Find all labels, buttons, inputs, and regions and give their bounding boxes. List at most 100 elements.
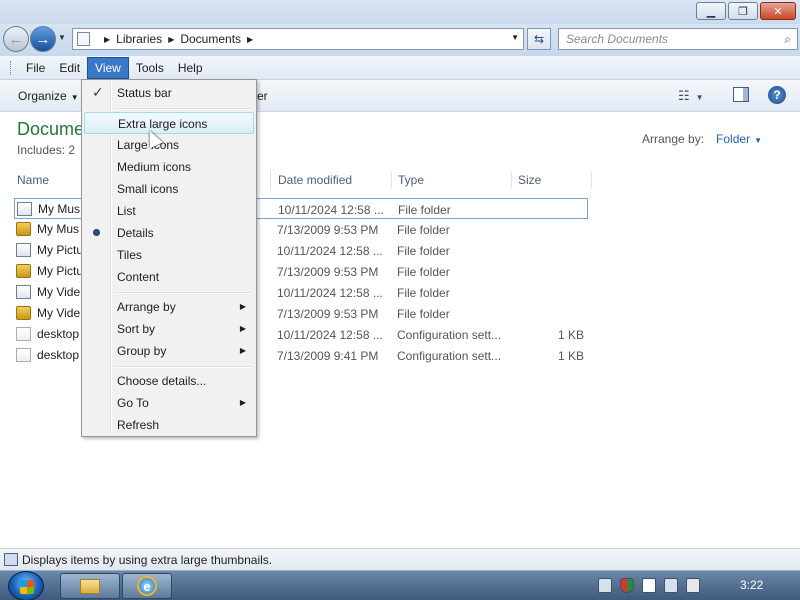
search-icon[interactable]: ⌕ xyxy=(784,32,791,47)
organize-label: Organize xyxy=(18,89,67,103)
menu-item-label: Tiles xyxy=(117,248,142,262)
security-shield-icon[interactable] xyxy=(620,578,634,593)
menu-separator xyxy=(114,292,252,294)
file-date: 7/13/2009 9:41 PM xyxy=(277,349,379,363)
menu-help[interactable]: Help xyxy=(171,58,210,78)
config-file-icon xyxy=(16,348,31,362)
search-input[interactable]: Search Documents ⌕ xyxy=(558,28,798,50)
taskbar-clock[interactable]: 3:22 xyxy=(740,578,763,592)
status-bar: Displays items by using extra large thum… xyxy=(0,548,800,570)
speaker-muted-icon[interactable] xyxy=(686,578,700,593)
menu-file[interactable]: File xyxy=(19,58,52,78)
taskbar: e xyxy=(0,570,800,600)
menu-item-group-by[interactable]: Group by ▶ xyxy=(84,340,254,362)
network-icon[interactable] xyxy=(664,578,678,593)
menu-edit[interactable]: Edit xyxy=(52,58,87,78)
file-name: My Pictu xyxy=(37,243,84,257)
library-includes[interactable]: Includes: 2 xyxy=(17,143,75,157)
file-date: 7/13/2009 9:53 PM xyxy=(277,223,379,237)
menu-view[interactable]: View xyxy=(87,56,129,79)
file-type: File folder xyxy=(397,307,450,321)
menu-item-label: Arrange by xyxy=(117,300,176,314)
menu-separator xyxy=(114,108,252,110)
menu-item-medium-icons[interactable]: Medium icons xyxy=(84,156,254,178)
menu-item-extra-large-icons[interactable]: Extra large icons xyxy=(84,112,254,134)
organize-button[interactable]: Organize ▼ xyxy=(18,89,79,103)
refresh-icon: ⇆ xyxy=(533,32,545,46)
menu-item-label: Small icons xyxy=(117,182,179,196)
close-button[interactable]: ✕ xyxy=(760,2,796,20)
menu-item-sort-by[interactable]: Sort by ▶ xyxy=(84,318,254,340)
menu-item-small-icons[interactable]: Small icons xyxy=(84,178,254,200)
submenu-arrow-icon: ▶ xyxy=(239,346,246,355)
menu-item-go-to[interactable]: Go To ▶ xyxy=(84,392,254,414)
menu-bar: File Edit View Tools Help xyxy=(0,56,800,80)
file-date: 7/13/2009 9:53 PM xyxy=(277,307,379,321)
status-text: Displays items by using extra large thum… xyxy=(22,553,273,567)
address-dropdown-icon[interactable]: ▼ xyxy=(511,33,519,42)
menu-tools[interactable]: Tools xyxy=(129,58,171,78)
menu-item-large-icons[interactable]: Large icons xyxy=(84,134,254,156)
toolbar-partial-label[interactable]: er xyxy=(257,89,268,103)
back-button[interactable]: ← xyxy=(3,26,29,52)
recent-pages-dropdown[interactable]: ▼ xyxy=(58,33,66,42)
forward-button[interactable]: → xyxy=(30,26,56,52)
locked-folder-icon xyxy=(16,264,31,278)
chevron-down-icon[interactable]: ▼ xyxy=(754,136,762,145)
menu-item-tiles[interactable]: Tiles xyxy=(84,244,254,266)
start-button[interactable] xyxy=(8,571,44,600)
menu-item-list[interactable]: List xyxy=(84,200,254,222)
breadcrumb-arrow-icon[interactable]: ▶ xyxy=(104,35,110,44)
breadcrumb-documents[interactable]: Documents xyxy=(180,32,241,46)
file-date: 10/11/2024 12:58 ... xyxy=(277,286,383,300)
menu-item-label: Sort by xyxy=(117,322,156,336)
file-type: File folder xyxy=(397,265,450,279)
menu-item-content[interactable]: Content xyxy=(84,266,254,288)
address-bar[interactable]: ▶ Libraries ▶ Documents ▶ ▼ xyxy=(72,28,524,50)
help-button[interactable]: ? xyxy=(768,86,786,104)
change-view-button[interactable]: ☷ ▼ xyxy=(678,88,704,104)
menu-item-details[interactable]: Details xyxy=(84,222,254,244)
menu-item-label: List xyxy=(117,204,136,218)
file-date: 10/11/2024 12:58 ... xyxy=(278,203,384,217)
column-type-label: Type xyxy=(398,173,425,187)
menu-item-arrange-by[interactable]: Arrange by ▶ xyxy=(84,296,254,318)
file-date: 10/11/2024 12:58 ... xyxy=(277,328,383,342)
window-controls: ▁ ❐ ✕ xyxy=(696,2,796,20)
breadcrumb-libraries[interactable]: Libraries xyxy=(116,32,162,46)
system-tray xyxy=(598,578,700,593)
internet-explorer-icon: e xyxy=(137,576,157,596)
column-header-size[interactable]: Size xyxy=(512,170,592,190)
menu-item-label: Go To xyxy=(117,396,149,410)
menu-item-refresh[interactable]: Refresh xyxy=(84,414,254,436)
navigation-bar: ← → ▼ ▶ Libraries ▶ Documents ▶ ▼ ⇆ Sear… xyxy=(0,24,800,56)
submenu-arrow-icon: ▶ xyxy=(239,398,246,407)
chevron-down-icon: ▼ xyxy=(695,93,704,102)
arrange-by-value[interactable]: Folder xyxy=(716,132,750,146)
chevron-down-icon: ▼ xyxy=(70,93,79,102)
menu-item-label: Group by xyxy=(117,344,167,358)
minimize-button[interactable]: ▁ xyxy=(696,2,726,20)
locked-folder-icon xyxy=(16,222,31,236)
taskbar-explorer-button[interactable] xyxy=(60,573,120,599)
location-icon xyxy=(77,32,90,46)
taskbar-ie-button[interactable]: e xyxy=(122,573,172,599)
radio-bullet-icon xyxy=(93,229,100,236)
action-center-flag-icon[interactable] xyxy=(642,578,656,593)
column-header-type[interactable]: Type xyxy=(392,170,512,190)
title-bar: ▁ ❐ ✕ xyxy=(0,0,800,24)
file-type: Configuration sett... xyxy=(397,328,502,342)
menu-item-choose-details[interactable]: Choose details... xyxy=(84,370,254,392)
breadcrumb-arrow-icon[interactable]: ▶ xyxy=(168,35,174,44)
file-type: File folder xyxy=(398,203,451,217)
file-type: File folder xyxy=(397,223,450,237)
column-header-date[interactable]: Date modified xyxy=(272,170,392,190)
config-file-icon xyxy=(16,327,31,341)
preview-pane-button[interactable] xyxy=(733,87,749,102)
view-menu: ✓ Status bar Extra large icons Large ico… xyxy=(81,79,257,437)
refresh-button[interactable]: ⇆ xyxy=(527,28,551,50)
menu-item-status-bar[interactable]: ✓ Status bar xyxy=(84,82,254,104)
breadcrumb-arrow-icon[interactable]: ▶ xyxy=(247,35,253,44)
document-tray-icon[interactable] xyxy=(598,578,612,593)
maximize-button[interactable]: ❐ xyxy=(728,2,758,20)
